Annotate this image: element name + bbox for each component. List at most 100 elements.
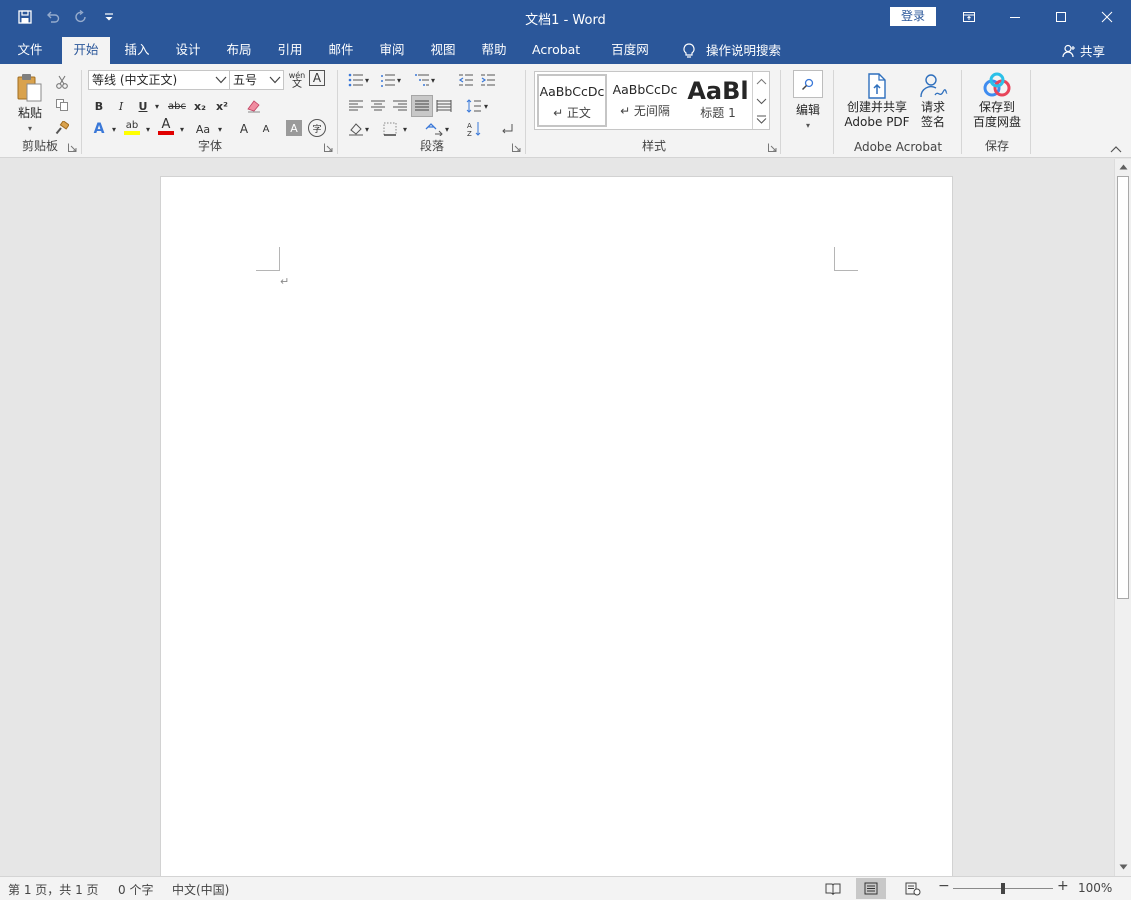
show-formatting-marks-icon[interactable] xyxy=(497,119,517,139)
shrink-font-button[interactable]: A xyxy=(256,119,276,139)
ribbon-display-options-icon[interactable] xyxy=(946,0,992,34)
maximize-icon[interactable] xyxy=(1038,0,1084,34)
increase-indent-icon[interactable] xyxy=(478,70,498,90)
close-icon[interactable] xyxy=(1084,0,1130,34)
tab-file[interactable]: 文件 xyxy=(6,37,54,64)
tab-baidu-netdisk[interactable]: 百度网盘 xyxy=(596,37,664,82)
chevron-down-icon[interactable]: ▾ xyxy=(362,119,372,139)
chinese-layout-icon[interactable] xyxy=(424,119,444,139)
web-layout-icon[interactable] xyxy=(898,878,928,899)
language-indicator[interactable]: 中文(中国) xyxy=(172,881,229,898)
editing-button[interactable]: 编辑 ▾ xyxy=(789,70,827,133)
tab-layout[interactable]: 布局 xyxy=(215,37,263,64)
character-border-icon[interactable]: A xyxy=(309,70,325,86)
save-to-baidu-netdisk-button[interactable]: 保存到 百度网盘 xyxy=(968,72,1026,130)
scrollbar-thumb[interactable] xyxy=(1117,176,1129,599)
print-layout-icon[interactable] xyxy=(856,878,886,899)
tab-references[interactable]: 引用 xyxy=(266,37,314,64)
tab-review[interactable]: 审阅 xyxy=(368,37,416,64)
gallery-scroll-up-icon[interactable] xyxy=(752,72,769,91)
read-mode-icon[interactable] xyxy=(818,878,848,899)
gallery-more-icon[interactable] xyxy=(752,110,769,129)
minimize-icon[interactable] xyxy=(992,0,1038,34)
zoom-out-button[interactable]: − xyxy=(938,878,950,894)
scroll-up-icon[interactable] xyxy=(1115,159,1131,175)
undo-icon[interactable] xyxy=(40,6,66,28)
justify-icon[interactable] xyxy=(411,95,433,117)
grow-font-button[interactable]: A xyxy=(234,119,254,139)
clear-formatting-icon[interactable] xyxy=(244,96,264,116)
enclose-characters-button[interactable]: 字 xyxy=(308,119,326,137)
tab-home[interactable]: 开始 xyxy=(62,37,110,64)
bold-button[interactable]: B xyxy=(89,96,109,116)
distributed-icon[interactable] xyxy=(434,96,454,116)
zoom-in-button[interactable]: + xyxy=(1057,878,1069,894)
style-heading-1[interactable]: AaBl 标题 1 xyxy=(683,74,753,127)
tab-help[interactable]: 帮助 xyxy=(470,37,518,64)
vertical-scrollbar[interactable] xyxy=(1114,159,1131,876)
zoom-slider-thumb[interactable] xyxy=(1001,883,1005,894)
font-size-combobox[interactable]: 五号 xyxy=(229,70,284,90)
font-size-value: 五号 xyxy=(233,73,258,87)
tab-insert[interactable]: 插入 xyxy=(113,37,161,64)
chevron-down-icon[interactable]: ▾ xyxy=(172,119,192,139)
tell-me-search[interactable]: 操作说明搜索 xyxy=(682,37,781,64)
customize-qat-icon[interactable] xyxy=(96,6,122,28)
phonetic-guide-icon[interactable]: wén 文 xyxy=(287,70,307,90)
align-center-icon[interactable] xyxy=(368,96,388,116)
style-gallery: AaBbCcDc ↵ 正文 AaBbCcDc ↵ 无间隔 AaBl 标题 1 xyxy=(534,71,770,130)
style-normal[interactable]: AaBbCcDc ↵ 正文 xyxy=(537,74,607,127)
zoom-level[interactable]: 100% xyxy=(1078,881,1112,895)
chevron-down-icon xyxy=(269,76,281,84)
decrease-indent-icon[interactable] xyxy=(456,70,476,90)
tab-view[interactable]: 视图 xyxy=(419,37,467,64)
page-count[interactable]: 第 1 页，共 1 页 xyxy=(8,881,99,898)
request-signature-button[interactable]: 请求 签名 xyxy=(914,72,952,130)
chevron-down-icon[interactable]: ▾ xyxy=(442,119,452,139)
paste-button[interactable]: 粘贴 ▾ xyxy=(10,72,50,136)
collapse-ribbon-icon[interactable] xyxy=(1110,144,1124,156)
tab-acrobat[interactable]: Acrobat xyxy=(522,37,590,64)
login-button[interactable]: 登录 xyxy=(890,7,936,26)
chevron-down-icon[interactable]: ▾ xyxy=(400,119,410,139)
phonetic-bottom-label: 文 xyxy=(292,79,302,90)
chevron-down-icon[interactable]: ▾ xyxy=(481,96,491,116)
share-button[interactable]: 共享 xyxy=(1062,41,1105,60)
chevron-down-icon[interactable]: ▾ xyxy=(104,119,124,139)
word-count[interactable]: 0 个字 xyxy=(118,881,153,898)
align-left-icon[interactable] xyxy=(346,96,366,116)
align-right-icon[interactable] xyxy=(390,96,410,116)
dialog-launcher-icon[interactable] xyxy=(68,143,77,152)
dialog-launcher-icon[interactable] xyxy=(512,143,521,152)
scroll-down-icon[interactable] xyxy=(1115,859,1131,875)
tab-mailings[interactable]: 邮件 xyxy=(317,37,365,64)
dialog-launcher-icon[interactable] xyxy=(768,143,777,152)
gallery-scroll-down-icon[interactable] xyxy=(752,91,769,110)
style-no-spacing[interactable]: AaBbCcDc ↵ 无间隔 xyxy=(610,74,680,127)
sort-icon[interactable]: AZ xyxy=(464,119,484,139)
chevron-down-icon[interactable]: ▾ xyxy=(210,119,230,139)
subscript-button[interactable]: x₂ xyxy=(190,96,210,116)
create-share-pdf-button[interactable]: 创建并共享 Adobe PDF xyxy=(840,72,914,130)
cut-icon[interactable] xyxy=(52,72,72,92)
chevron-down-icon[interactable]: ▾ xyxy=(394,70,404,90)
font-name-combobox[interactable]: 等线 (中文正文) xyxy=(88,70,230,90)
chevron-down-icon[interactable]: ▾ xyxy=(138,119,158,139)
italic-button[interactable]: I xyxy=(111,96,131,116)
redo-icon[interactable] xyxy=(68,6,94,28)
borders-icon[interactable] xyxy=(380,119,400,139)
superscript-button[interactable]: x² xyxy=(212,96,232,116)
quick-access-toolbar xyxy=(12,6,122,28)
character-shading-button[interactable]: A xyxy=(286,120,302,136)
strikethrough-button[interactable]: abc xyxy=(167,96,187,116)
copy-icon[interactable] xyxy=(52,95,72,115)
document-page[interactable]: ↵ xyxy=(160,176,953,886)
save-icon[interactable] xyxy=(12,6,38,28)
chevron-down-icon[interactable]: ▾ xyxy=(147,96,167,116)
chevron-down-icon[interactable]: ▾ xyxy=(428,70,438,90)
tell-me-label: 操作说明搜索 xyxy=(706,43,782,58)
tab-design[interactable]: 设计 xyxy=(164,37,212,64)
format-painter-icon[interactable] xyxy=(52,118,72,138)
chevron-down-icon[interactable]: ▾ xyxy=(362,70,372,90)
dialog-launcher-icon[interactable] xyxy=(324,143,333,152)
